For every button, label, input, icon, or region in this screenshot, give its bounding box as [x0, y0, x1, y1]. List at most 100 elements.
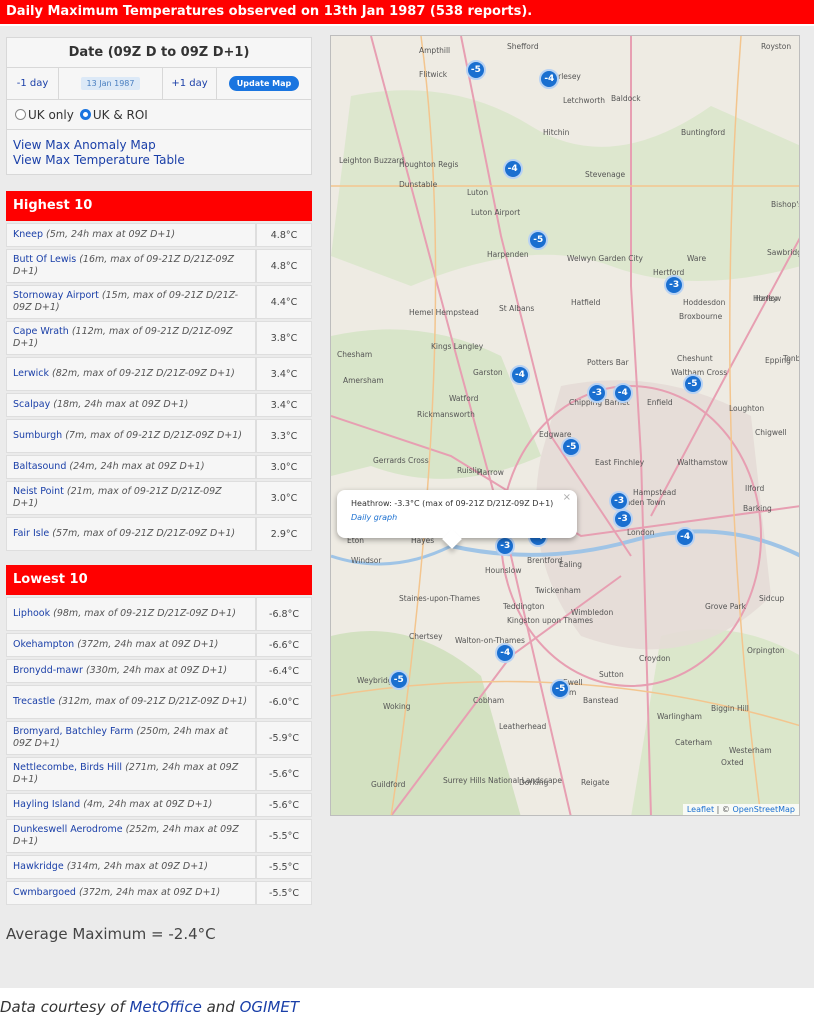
temperature-marker[interactable]: -3	[609, 490, 630, 511]
table-row: Cwmbargoed (372m, 24h max at 09Z D+1) -5.…	[6, 881, 312, 905]
temperature-map[interactable]: Ampthill Shefford Flitwick Arlesey Letchwort…	[330, 35, 800, 816]
map-attribution: Leaflet | © OpenStreetMap	[682, 804, 799, 815]
anomaly-map-link[interactable]: View Max Anomaly Map	[13, 138, 305, 153]
temperature-marker[interactable]: -5	[465, 59, 486, 80]
station-link[interactable]: Kneep	[13, 229, 43, 240]
temperature-table-link[interactable]: View Max Temperature Table	[13, 153, 305, 168]
map-place-label: Staines-upon-Thames	[399, 594, 480, 603]
table-row: Lerwick (82m, max of 09-21Z D/21Z-09Z D+…	[6, 357, 312, 391]
temperature-value: -6.4°C	[256, 659, 312, 683]
station-cell: Cwmbargoed (372m, 24h max at 09Z D+1)	[6, 881, 256, 905]
map-place-label: Hounslow	[485, 566, 522, 575]
temperature-marker[interactable]: -4	[509, 365, 530, 386]
map-place-label: Cobham	[473, 696, 505, 705]
map-place-label: St Albans	[499, 304, 535, 313]
table-row: Cape Wrath (112m, max of 09-21Z D/21Z-09…	[6, 321, 312, 355]
prev-day-cell: -1 day	[7, 68, 59, 99]
map-place-label: Horley	[753, 294, 778, 303]
station-link[interactable]: Scalpay	[13, 399, 50, 410]
osm-link[interactable]: OpenStreetMap	[732, 805, 795, 814]
map-place-label: Hemel Hempstead	[409, 308, 479, 317]
station-cell: Hayling Island (4m, 24h max at 09Z D+1)	[6, 793, 256, 817]
map-place-label: Hoddesdon	[683, 298, 726, 307]
temperature-marker[interactable]: -3	[612, 508, 633, 529]
credit-and: and	[201, 998, 240, 1016]
station-link[interactable]: Trecastle	[13, 696, 55, 707]
update-map-button[interactable]: Update Map	[228, 76, 300, 91]
map-place-label: Chertsey	[409, 632, 443, 641]
map-place-label: Letchworth	[563, 96, 605, 105]
map-place-label: Shefford	[507, 42, 539, 51]
uk-only-radio[interactable]	[15, 109, 26, 120]
temperature-marker[interactable]: -5	[682, 374, 703, 395]
station-link[interactable]: Nettlecombe, Birds Hill	[13, 762, 122, 773]
date-input[interactable]: 13 Jan 1987	[80, 77, 141, 90]
station-link[interactable]: Bromyard, Batchley Farm	[13, 726, 133, 737]
station-link[interactable]: Sumburgh	[13, 430, 62, 441]
ogimet-link[interactable]: OGIMET	[240, 998, 299, 1016]
station-link[interactable]: Dunkeswell Aerodrome	[13, 824, 123, 835]
prev-day-link[interactable]: -1 day	[17, 78, 49, 89]
average-maximum: Average Maximum = -2.4°C	[6, 925, 216, 943]
table-row: Fair Isle (57m, max of 09-21Z D/21Z-09Z …	[6, 517, 312, 551]
map-place-label: Amersham	[343, 376, 384, 385]
temperature-marker[interactable]: -3	[495, 535, 516, 556]
map-place-label: Baldock	[611, 94, 641, 103]
next-day-link[interactable]: +1 day	[171, 78, 207, 89]
daily-graph-link[interactable]: Daily graph	[351, 513, 563, 522]
station-link[interactable]: Neist Point	[13, 486, 64, 497]
temperature-value: 2.9°C	[256, 517, 312, 551]
map-place-label: Biggin Hill	[711, 704, 749, 713]
date-panel: Date (09Z D to 09Z D+1) -1 day 13 Jan 19…	[6, 37, 312, 175]
map-place-label: Tonbridge	[783, 354, 800, 363]
leaflet-link[interactable]: Leaflet	[687, 805, 714, 814]
temperature-marker[interactable]: -4	[675, 526, 696, 547]
station-link[interactable]: Hawkridge	[13, 861, 64, 872]
station-cell: Liphook (98m, max of 09-21Z D/21Z-09Z D+…	[6, 597, 256, 631]
temperature-marker[interactable]: -3	[587, 383, 608, 404]
station-cell: Trecastle (312m, max of 09-21Z D/21Z-09Z…	[6, 685, 256, 719]
map-place-label: Harrow	[477, 468, 504, 477]
map-place-label: Hampstead	[633, 488, 677, 497]
map-place-label: Leighton Buzzard	[339, 156, 405, 165]
attribution-separator: | ©	[714, 805, 733, 814]
station-link[interactable]: Hayling Island	[13, 799, 80, 810]
map-place-label: Teddington	[503, 602, 545, 611]
uk-roi-radio[interactable]	[79, 109, 91, 120]
map-tiles	[331, 36, 799, 815]
temperature-marker[interactable]: -4	[612, 383, 633, 404]
close-icon[interactable]: ×	[563, 492, 571, 503]
station-link[interactable]: Cwmbargoed	[13, 887, 76, 898]
station-description: (98m, max of 09-21Z D/21Z-09Z D+1)	[53, 608, 236, 619]
temperature-value: -6.8°C	[256, 597, 312, 631]
temperature-marker[interactable]: -5	[388, 670, 409, 691]
station-link[interactable]: Bronydd-mawr	[13, 665, 83, 676]
station-link[interactable]: Liphook	[13, 608, 50, 619]
metoffice-link[interactable]: MetOffice	[129, 998, 201, 1016]
map-place-label: East Finchley	[595, 458, 645, 467]
popup-text: Heathrow: -3.3°C (max of 09-21Z D/21Z-09…	[351, 499, 554, 508]
temperature-value: 3.0°C	[256, 455, 312, 479]
station-link[interactable]: Butt Of Lewis	[13, 254, 76, 265]
map-place-label: Enfield	[647, 398, 673, 407]
temperature-value: -5.5°C	[256, 819, 312, 853]
station-link[interactable]: Okehampton	[13, 639, 74, 650]
data-credit: Data courtesy of MetOffice and OGIMET	[0, 998, 299, 1016]
table-row: Baltasound (24m, 24h max at 09Z D+1) 3.0°…	[6, 455, 312, 479]
uk-only-label[interactable]: UK only	[28, 108, 74, 122]
table-row: Trecastle (312m, max of 09-21Z D/21Z-09Z…	[6, 685, 312, 719]
map-place-label: Caterham	[675, 738, 712, 747]
station-description: (314m, 24h max at 09Z D+1)	[66, 861, 208, 872]
station-link[interactable]: Fair Isle	[13, 528, 49, 539]
table-row: Bromyard, Batchley Farm (250m, 24h max a…	[6, 721, 312, 755]
station-link[interactable]: Stornoway Airport	[13, 290, 99, 301]
temperature-value: 4.8°C	[256, 249, 312, 283]
temperature-marker[interactable]: -4	[502, 158, 523, 179]
uk-roi-label[interactable]: UK & ROI	[93, 108, 148, 122]
station-cell: Sumburgh (7m, max of 09-21Z D/21Z-09Z D+…	[6, 419, 256, 453]
station-link[interactable]: Baltasound	[13, 461, 66, 472]
station-link[interactable]: Cape Wrath	[13, 326, 69, 337]
station-link[interactable]: Lerwick	[13, 368, 49, 379]
station-cell: Neist Point (21m, max of 09-21Z D/21Z-09…	[6, 481, 256, 515]
map-place-label: Sidcup	[759, 594, 785, 603]
